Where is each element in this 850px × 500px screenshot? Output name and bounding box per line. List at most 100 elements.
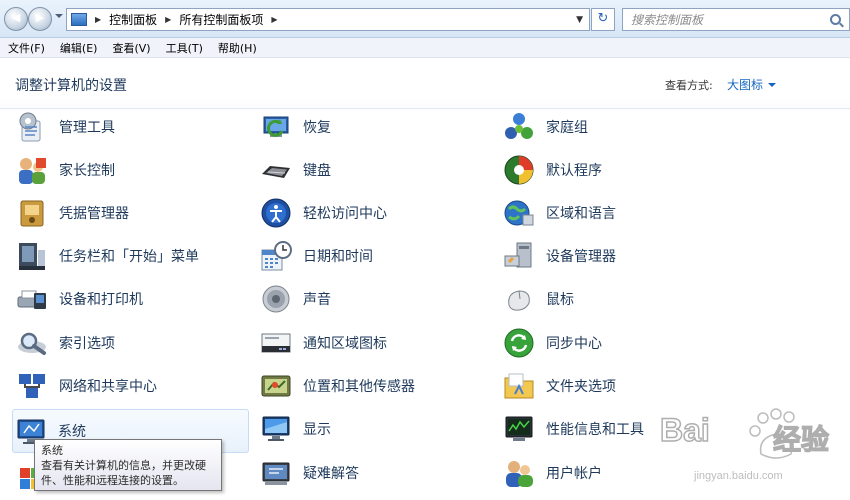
cp-item-region-language[interactable]: 区域和语言 — [501, 193, 737, 233]
control-panel-icon — [71, 13, 87, 26]
cp-item-label: 用户帐户 — [546, 466, 602, 482]
watermark-brand: Bai — [659, 411, 710, 449]
search-placeholder: 搜索控制面板 — [631, 13, 704, 27]
speaker-icon — [260, 283, 292, 315]
cp-item-parental-controls[interactable]: 家长控制 — [14, 150, 250, 190]
device-manager-icon — [503, 240, 535, 272]
watermark-url: jingyan.baidu.com — [694, 470, 783, 482]
cp-item-label: 文件夹选项 — [546, 379, 616, 395]
cp-item-device-manager[interactable]: 设备管理器 — [501, 236, 737, 276]
cp-item-folder-options[interactable]: 文件夹选项 — [501, 366, 737, 406]
cp-item-label: 恢复 — [303, 120, 331, 136]
address-dropdown-icon[interactable]: ▼ — [576, 15, 583, 25]
cp-item-label: 默认程序 — [546, 163, 602, 179]
menu-tools[interactable]: 工具(T) — [166, 40, 203, 56]
sync-icon — [503, 327, 535, 359]
cp-item-label: 性能信息和工具 — [546, 422, 644, 438]
cp-item-ease-of-access[interactable]: 轻松访问中心 — [258, 193, 494, 233]
cp-item-sound[interactable]: 声音 — [258, 279, 494, 319]
globe-icon — [503, 197, 535, 229]
default-programs-icon — [503, 154, 535, 186]
menu-edit[interactable]: 编辑(E) — [60, 40, 98, 56]
user-accounts-icon — [503, 457, 535, 489]
menu-bar: 文件(F) 编辑(E) 查看(V) 工具(T) 帮助(H) — [0, 38, 850, 58]
cp-item-label: 键盘 — [303, 163, 331, 179]
cp-item-label: 凭据管理器 — [59, 206, 129, 222]
view-by-dropdown[interactable]: 大图标 — [727, 76, 777, 93]
cp-item-homegroup[interactable]: 家庭组 — [501, 107, 737, 147]
cp-item-credential-manager[interactable]: 凭据管理器 — [14, 193, 250, 233]
cp-item-label: 家庭组 — [546, 120, 588, 136]
menu-help[interactable]: 帮助(H) — [218, 40, 257, 56]
refresh-button[interactable]: ↻ — [591, 8, 615, 31]
breadcrumb-all-items[interactable]: 所有控制面板项 — [179, 11, 263, 28]
breadcrumb-separator-icon[interactable]: ▶ — [165, 15, 171, 24]
folder-icon — [503, 370, 535, 402]
cp-item-label: 显示 — [303, 422, 331, 438]
cp-item-display[interactable]: 显示 — [258, 409, 494, 449]
performance-icon — [503, 413, 535, 445]
baidu-jingyan-watermark: Bai 经验 jingyan.baidu.com — [658, 408, 848, 493]
forward-button[interactable]: ▶ — [28, 7, 52, 31]
notification-area-icon — [260, 327, 292, 359]
cp-item-label: 索引选项 — [59, 336, 115, 352]
display-icon — [260, 413, 292, 445]
page-title: 调整计算机的设置 — [15, 78, 127, 94]
cp-item-notification-icons[interactable]: 通知区域图标 — [258, 323, 494, 363]
cp-item-label: 疑难解答 — [303, 466, 359, 482]
cp-item-default-programs[interactable]: 默认程序 — [501, 150, 737, 190]
credential-manager-icon — [16, 197, 48, 229]
cp-item-label: 设备管理器 — [546, 249, 616, 265]
cp-item-label: 系统 — [58, 424, 86, 440]
menu-file[interactable]: 文件(F) — [8, 40, 45, 56]
troubleshooting-icon — [260, 457, 292, 489]
tooltip-title: 系统 — [41, 444, 63, 457]
system-tooltip: 系统 查看有关计算机的信息，并更改硬 件、性能和远程连接的设置。 — [34, 439, 222, 491]
cp-item-devices-printers[interactable]: 设备和打印机 — [14, 279, 250, 319]
keyboard-icon — [260, 154, 292, 186]
cp-item-label: 网络和共享中心 — [59, 379, 157, 395]
cp-item-indexing-options[interactable]: 索引选项 — [14, 323, 250, 363]
cp-item-taskbar-start-menu[interactable]: 任务栏和「开始」菜单 — [14, 236, 250, 276]
cp-item-troubleshooting[interactable]: 疑难解答 — [258, 453, 494, 493]
cp-item-label: 声音 — [303, 292, 331, 308]
recent-pages-dropdown[interactable] — [55, 14, 63, 18]
ease-of-access-icon — [260, 197, 292, 229]
cp-item-location-sensors[interactable]: 位置和其他传感器 — [258, 366, 494, 406]
cp-item-label: 设备和打印机 — [59, 292, 143, 308]
refresh-icon: ↻ — [597, 11, 609, 26]
search-input[interactable]: 搜索控制面板 — [622, 8, 850, 31]
cp-item-label: 轻松访问中心 — [303, 206, 387, 222]
location-sensor-icon — [260, 370, 292, 402]
cp-item-recovery[interactable]: 恢复 — [258, 107, 494, 147]
cp-item-admin-tools[interactable]: 管理工具 — [14, 107, 250, 147]
breadcrumb-separator-icon[interactable]: ▶ — [95, 15, 101, 24]
content-header: 调整计算机的设置 查看方式: 大图标 — [0, 59, 850, 109]
parental-controls-icon — [16, 154, 48, 186]
cp-item-sync-center[interactable]: 同步中心 — [501, 323, 737, 363]
cp-item-label: 任务栏和「开始」菜单 — [59, 249, 199, 265]
cp-item-date-time[interactable]: 日期和时间 — [258, 236, 494, 276]
magnifier-icon — [16, 327, 48, 359]
back-button[interactable]: ◀ — [4, 7, 28, 31]
cp-item-keyboard[interactable]: 键盘 — [258, 150, 494, 190]
cp-item-label: 同步中心 — [546, 336, 602, 352]
breadcrumb[interactable]: ▶ 控制面板 ▶ 所有控制面板项 ▶ ▼ — [66, 8, 590, 31]
watermark-brand-cn: 经验 — [772, 422, 830, 456]
cp-item-label: 位置和其他传感器 — [303, 379, 415, 395]
cp-item-mouse[interactable]: 鼠标 — [501, 279, 737, 319]
cp-item-label: 管理工具 — [59, 120, 115, 136]
chevron-down-icon — [768, 83, 777, 87]
cp-item-network-sharing[interactable]: 网络和共享中心 — [14, 366, 250, 406]
homegroup-icon — [503, 111, 535, 143]
tooltip-line2: 件、性能和远程连接的设置。 — [41, 474, 184, 487]
network-icon — [16, 370, 48, 402]
cp-item-label: 家长控制 — [59, 163, 115, 179]
tooltip-line1: 查看有关计算机的信息，并更改硬 — [41, 459, 206, 472]
breadcrumb-control-panel[interactable]: 控制面板 — [109, 11, 157, 28]
back-arrow-icon: ◀ — [11, 11, 21, 24]
search-icon[interactable] — [830, 14, 841, 25]
cp-item-label: 日期和时间 — [303, 249, 373, 265]
menu-view[interactable]: 查看(V) — [112, 40, 150, 56]
breadcrumb-separator-icon[interactable]: ▶ — [271, 15, 277, 24]
